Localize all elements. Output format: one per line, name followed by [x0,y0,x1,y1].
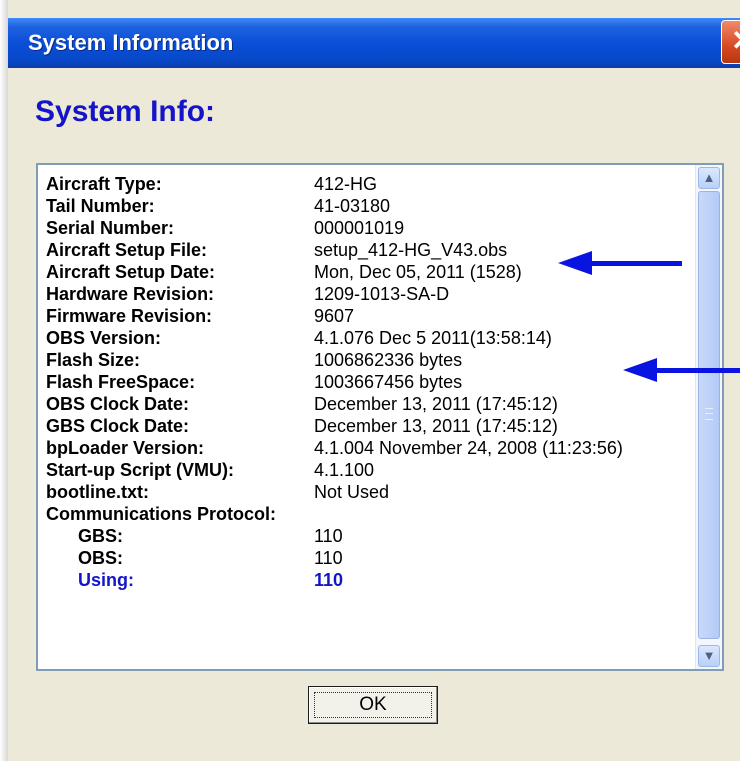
ok-label: OK [359,694,387,715]
ok-button[interactable]: OK [308,686,438,724]
scroll-down-button[interactable]: ▼ [698,645,720,667]
info-value: Not Used [314,482,390,502]
info-value: 4.1.004 November 24, 2008 (11:23:56) [314,438,623,458]
window-title: System Information [28,30,234,55]
annotation-arrow-head [623,358,657,382]
system-information-dialog: System Information ✕ System Info: Aircra… [0,0,740,761]
info-value: 4.1.076 Dec 5 2011(13:58:14) [314,328,552,348]
info-value: 000001019 [314,218,405,238]
scroll-thumb[interactable] [698,191,720,639]
info-value: December 13, 2011 (17:45:12) [314,416,558,436]
info-value: 1209-1013-SA-D [314,284,450,304]
close-icon: ✕ [731,25,740,57]
title-bar[interactable]: System Information ✕ [8,18,740,68]
info-value: 110 [314,526,343,546]
info-label: Flash FreeSpace: [46,372,196,392]
info-label: bootline.txt: [46,482,149,502]
page-title: System Info: [35,95,216,128]
info-value: 41-03180 [314,196,391,216]
info-label: bpLoader Version: [46,438,205,458]
window-edge [0,0,8,761]
info-value: 1003667456 bytes [314,372,463,392]
info-label: GBS: [78,526,123,546]
info-label: Aircraft Setup File: [46,240,208,260]
chevron-up-icon: ▲ [702,170,716,185]
info-label: Aircraft Type: [46,174,162,194]
info-label: Firmware Revision: [46,306,213,326]
info-value: 110 [314,570,344,590]
info-label: GBS Clock Date: [46,416,190,436]
chevron-down-icon: ▼ [702,648,716,663]
info-value: 110 [314,548,343,568]
close-button[interactable]: ✕ [721,20,740,64]
info-label: Aircraft Setup Date: [46,262,216,282]
grip-icon [705,408,713,420]
annotation-arrow-head [558,251,592,275]
info-value: setup_412-HG_V43.obs [314,240,508,260]
info-label: Tail Number: [46,196,155,216]
info-label: Start-up Script (VMU): [46,460,234,480]
info-value: 9607 [314,306,355,326]
info-value: Mon, Dec 05, 2011 (1528) [314,262,522,282]
info-label: OBS: [78,548,123,568]
info-label: Using: [78,570,134,590]
info-value: 1006862336 bytes [314,350,463,370]
info-label: OBS Clock Date: [46,394,190,414]
info-label: Hardware Revision: [46,284,215,304]
system-info-list[interactable]: Aircraft Type: 412-HG Tail Number: 41-03… [36,163,724,671]
info-value: 412-HG [314,174,378,194]
info-value: December 13, 2011 (17:45:12) [314,394,558,414]
vertical-scrollbar[interactable]: ▲ ▼ [695,165,722,669]
info-label: Flash Size: [46,350,141,370]
annotation-arrow-setup-file [590,261,682,266]
info-value: 4.1.100 [314,460,375,480]
info-label: Communications Protocol: [46,504,277,524]
annotation-arrow-obs-version [655,368,740,373]
info-label: OBS Version: [46,328,162,348]
info-label: Serial Number: [46,218,175,238]
scroll-up-button[interactable]: ▲ [698,167,720,189]
